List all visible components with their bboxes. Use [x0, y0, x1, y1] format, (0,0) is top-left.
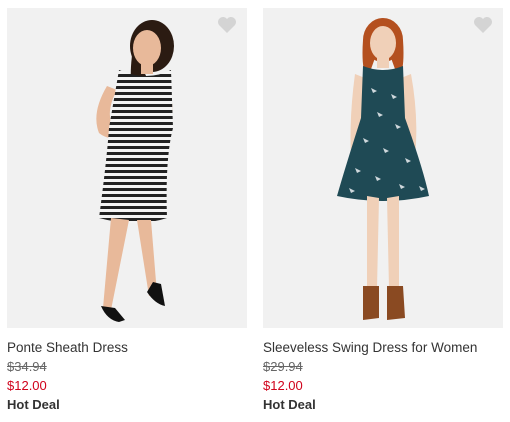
heart-icon[interactable]	[217, 16, 237, 34]
product-photo	[96, 20, 174, 322]
sale-price: $12.00	[7, 378, 47, 393]
deal-badge: Hot Deal	[263, 397, 316, 412]
product-photo	[337, 18, 429, 320]
original-price: $29.94	[263, 359, 303, 374]
product-card: Ponte Sheath Dress $34.94 $12.00 Hot Dea…	[7, 8, 247, 414]
product-card: Sleeveless Swing Dress for Women $29.94 …	[263, 8, 503, 414]
product-image-link[interactable]	[7, 8, 247, 328]
original-price: $34.94	[7, 359, 47, 374]
deal-badge: Hot Deal	[7, 397, 60, 412]
product-image-link[interactable]	[263, 8, 503, 328]
product-name-link[interactable]: Ponte Sheath Dress	[7, 339, 247, 357]
product-name-link[interactable]: Sleeveless Swing Dress for Women	[263, 339, 503, 357]
sale-price: $12.00	[263, 378, 303, 393]
heart-icon[interactable]	[473, 16, 493, 34]
product-grid: Ponte Sheath Dress $34.94 $12.00 Hot Dea…	[0, 0, 510, 422]
